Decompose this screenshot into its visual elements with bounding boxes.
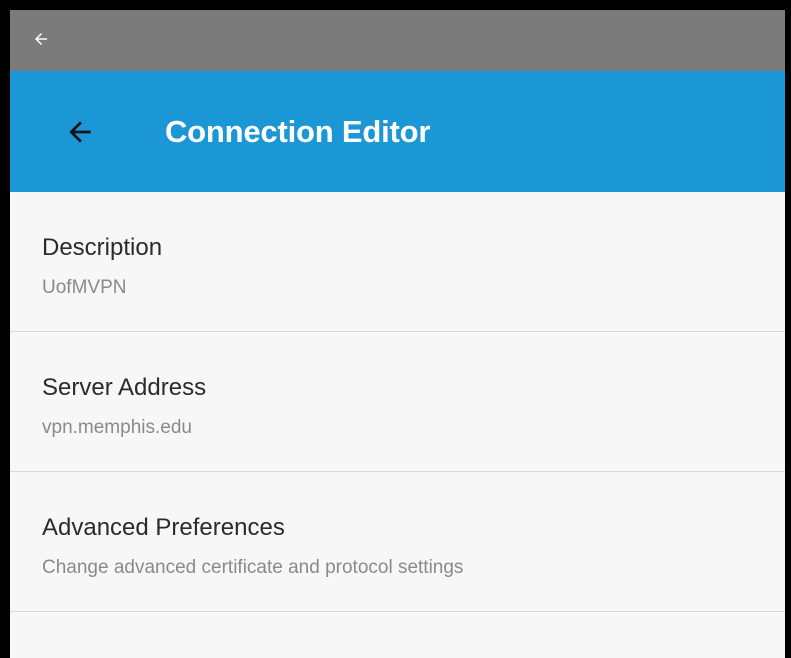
list-item-server-address[interactable]: Server Address vpn.memphis.edu [10, 332, 785, 472]
system-status-bar [10, 10, 785, 71]
item-title: Advanced Preferences [42, 514, 285, 541]
back-arrow-icon[interactable] [64, 116, 96, 148]
item-value: vpn.memphis.edu [42, 417, 192, 438]
settings-list: Description UofMVPN Server Address vpn.m… [10, 192, 785, 612]
app-window: Connection Editor Description UofMVPN Se… [0, 0, 791, 658]
page-title: Connection Editor [165, 114, 431, 149]
back-arrow-icon[interactable] [32, 30, 50, 48]
list-item-description[interactable]: Description UofMVPN [10, 192, 785, 332]
item-value: Change advanced certificate and protocol… [42, 557, 464, 578]
list-item-advanced-preferences[interactable]: Advanced Preferences Change advanced cer… [10, 472, 785, 612]
app-bar: Connection Editor [10, 71, 785, 192]
item-value: UofMVPN [42, 277, 127, 298]
item-title: Server Address [42, 374, 207, 401]
item-title: Description [42, 234, 163, 261]
